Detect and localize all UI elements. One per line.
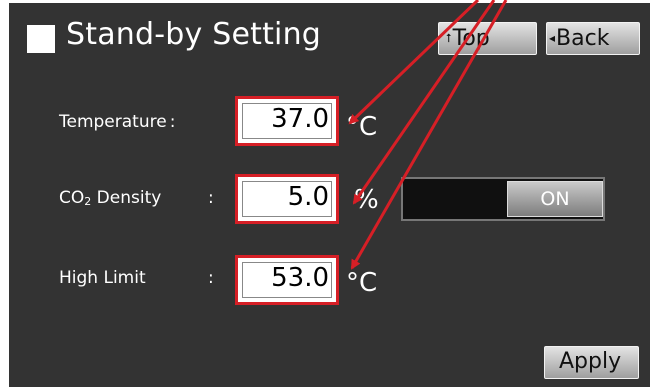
annotation-arrow-high-limit [350,0,508,270]
annotation-arrow-temperature [348,0,480,125]
annotation-arrows [348,0,508,270]
annotation-arrow-co2 [352,0,496,205]
